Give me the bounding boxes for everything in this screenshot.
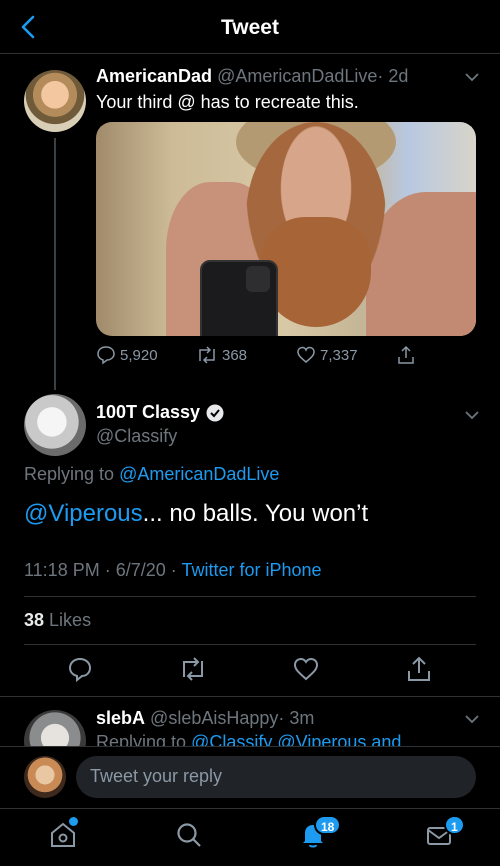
tweet-time: · 2d bbox=[377, 66, 409, 86]
heart-icon[interactable] bbox=[291, 654, 321, 684]
share-icon bbox=[398, 345, 414, 364]
reply-input[interactable]: Tweet your reply bbox=[76, 756, 476, 798]
client-link[interactable]: Twitter for iPhone bbox=[181, 560, 321, 580]
replying-to: Replying to @AmericanDadLive bbox=[24, 464, 279, 485]
likes-label: Likes bbox=[49, 610, 92, 630]
retweet-icon[interactable] bbox=[178, 654, 208, 684]
author-handle[interactable]: @slebAisHappy bbox=[150, 708, 278, 728]
search-icon[interactable] bbox=[174, 820, 204, 850]
home-unread-dot bbox=[69, 817, 78, 826]
replying-handle-link[interactable]: @AmericanDadLive bbox=[119, 464, 279, 484]
share-button[interactable] bbox=[396, 345, 416, 365]
verified-icon bbox=[206, 404, 224, 421]
author-handle[interactable]: @AmericanDadLive bbox=[217, 66, 377, 86]
like-count: 7,337 bbox=[320, 346, 358, 364]
main-tweet-text: @Viperous... no balls. You won’t bbox=[24, 500, 368, 528]
author-handle[interactable]: @Classify bbox=[96, 426, 177, 447]
tweet-body: ... no balls. You won’t bbox=[142, 500, 369, 527]
chevron-down-icon[interactable] bbox=[464, 714, 480, 724]
main-tweet-actions bbox=[0, 654, 500, 686]
share-icon[interactable] bbox=[404, 654, 434, 684]
page-title: Tweet bbox=[221, 16, 279, 39]
retweet-button[interactable]: 368 bbox=[196, 345, 247, 365]
messages-badge: 1 bbox=[444, 815, 465, 835]
divider bbox=[24, 644, 476, 645]
parent-tweet-text: Your third @ has to recreate this. bbox=[96, 92, 359, 112]
author-name-row: 100T Classy bbox=[96, 402, 224, 423]
avatar[interactable] bbox=[24, 70, 86, 132]
chevron-down-icon[interactable] bbox=[464, 72, 480, 82]
like-button[interactable]: 7,337 bbox=[296, 345, 358, 365]
likes-summary[interactable]: 38 Likes bbox=[24, 610, 91, 631]
retweet-icon bbox=[199, 346, 215, 364]
reply-count: 5,920 bbox=[120, 346, 158, 364]
likes-count: 38 bbox=[24, 610, 45, 630]
thread-line bbox=[54, 138, 56, 390]
divider bbox=[0, 696, 500, 697]
mention-link[interactable]: @Viperous bbox=[24, 500, 143, 527]
avatar bbox=[24, 756, 66, 798]
tweet-photo[interactable] bbox=[96, 122, 476, 336]
retweet-count: 368 bbox=[222, 346, 248, 364]
parent-tweet-header: AmericanDad @AmericanDadLive· 2d bbox=[96, 66, 408, 87]
reply-icon[interactable] bbox=[65, 654, 95, 684]
replying-label: Replying to bbox=[24, 464, 115, 484]
chevron-down-icon[interactable] bbox=[464, 410, 480, 420]
divider bbox=[24, 596, 476, 597]
tweet-time: · 3m bbox=[278, 708, 315, 728]
author-name[interactable]: slebA bbox=[96, 708, 145, 728]
author-name[interactable]: 100T Classy bbox=[96, 402, 200, 423]
heart-icon bbox=[297, 346, 315, 363]
parent-tweet-actions: 5,920 368 7,337 bbox=[96, 345, 426, 369]
tweet-meta: 11:18 PM · 6/7/20 · Twitter for iPhone bbox=[24, 560, 322, 581]
avatar[interactable] bbox=[24, 394, 86, 456]
reply-header: slebA @slebAisHappy· 3m bbox=[96, 708, 314, 729]
reply-button[interactable]: 5,920 bbox=[96, 345, 158, 365]
author-name[interactable]: AmericanDad bbox=[96, 66, 212, 86]
timestamp: 11:18 PM · 6/7/20 · bbox=[24, 560, 177, 580]
reply-icon bbox=[97, 346, 115, 365]
notifications-badge: 18 bbox=[314, 815, 342, 835]
